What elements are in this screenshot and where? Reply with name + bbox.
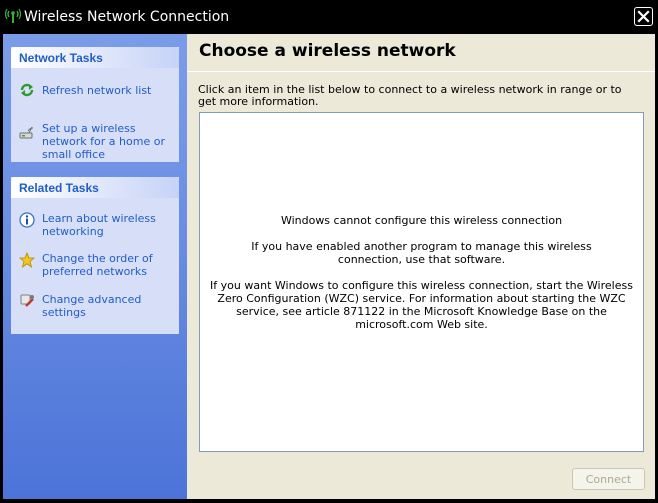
settings-icon xyxy=(20,294,34,307)
network-tasks-panel: Network Tasks Refresh network list Set u… xyxy=(11,47,179,162)
title-bar[interactable]: Wireless Network Connection xyxy=(0,0,658,34)
wireless-setup-icon xyxy=(19,126,34,139)
change-advanced-settings-label: Change advanced settings xyxy=(42,293,142,319)
wireless-connection-window: Wireless Network Connection Network Task… xyxy=(0,0,658,503)
wireless-antenna-icon xyxy=(5,8,21,23)
close-icon xyxy=(637,10,650,23)
change-network-order-label: Change the order of preferred networks xyxy=(42,252,153,278)
info-icon xyxy=(19,212,35,228)
refresh-network-list-label: Refresh network list xyxy=(42,84,152,97)
learn-wireless-label: Learn about wireless networking xyxy=(42,212,156,238)
status-message-cannot-configure: Windows cannot configure this wireless c… xyxy=(280,214,563,227)
window-title: Wireless Network Connection xyxy=(24,9,230,25)
related-tasks-panel: Related Tasks Learn about wireless netwo… xyxy=(11,177,179,334)
network-tasks-title: Network Tasks xyxy=(19,51,103,65)
network-tasks-header[interactable]: Network Tasks xyxy=(11,47,179,68)
main-content: Choose a wireless network Click an item … xyxy=(187,34,655,499)
refresh-icon xyxy=(20,83,34,97)
close-button[interactable] xyxy=(634,7,653,26)
connect-button[interactable]: Connect xyxy=(572,468,645,490)
instruction-text: Click an item in the list below to conne… xyxy=(198,83,622,108)
task-sidebar: Network Tasks Refresh network list Set u… xyxy=(3,34,187,499)
wireless-network-list[interactable]: Windows cannot configure this wireless c… xyxy=(199,112,644,452)
page-title: Choose a wireless network xyxy=(199,41,456,61)
star-icon xyxy=(19,252,35,268)
header-divider xyxy=(187,71,655,72)
status-message-start-wzc: If you want Windows to configure this wi… xyxy=(210,279,633,331)
related-tasks-header[interactable]: Related Tasks xyxy=(11,177,179,198)
setup-wireless-network-label: Set up a wireless network for a home or … xyxy=(42,122,165,161)
related-tasks-title: Related Tasks xyxy=(19,181,99,195)
status-message-other-program: If you have enabled another program to m… xyxy=(251,240,592,266)
